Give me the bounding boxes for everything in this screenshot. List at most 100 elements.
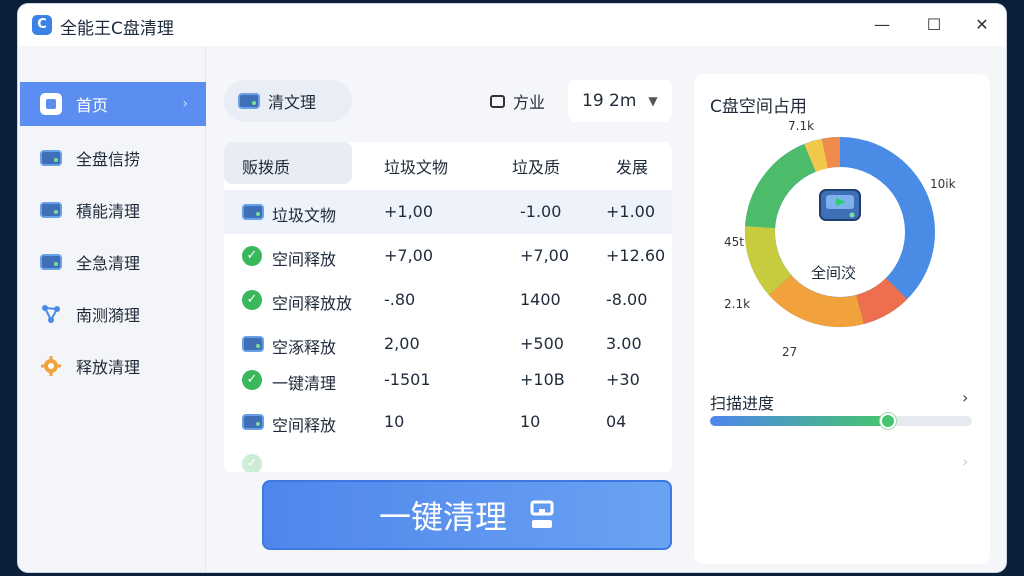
- home-icon: [40, 93, 62, 115]
- table-header: 贩拨质 垃圾文物 垃及质 发展: [224, 142, 672, 186]
- main-panel: 清文理 方业 19 2m ▼ 贩拨质 垃圾文物 垃及质 发展 垃圾文物 +1,0…: [218, 74, 678, 564]
- donut-segment-yellow: [804, 138, 829, 172]
- row-value: +7,00: [520, 246, 570, 265]
- drive-icon: [40, 199, 62, 221]
- row-value: 04: [606, 412, 627, 431]
- sidebar-item-quick-clean[interactable]: 全急清理: [20, 240, 206, 284]
- minimize-button[interactable]: —: [868, 12, 896, 38]
- sidebar-item-smart-clean[interactable]: 積能清理: [20, 188, 206, 232]
- row-value: 10: [384, 412, 405, 431]
- row-value: 10: [520, 412, 541, 431]
- table-row[interactable]: 空间释放 10 10 04: [224, 400, 672, 444]
- row-value: +500: [520, 334, 564, 353]
- filter-label: 方业: [513, 93, 546, 112]
- row-value: -1.00: [520, 202, 562, 221]
- chevron-down-icon: ▼: [648, 94, 658, 108]
- row-value: 1400: [520, 290, 561, 309]
- donut-segment-red: [855, 277, 908, 325]
- sidebar-item-release-clean[interactable]: 释放清理: [20, 344, 206, 388]
- row-value: +1.00: [606, 202, 656, 221]
- donut-label: 27: [782, 345, 797, 359]
- table-row[interactable]: 垃圾文物 +1,00 -1.00 +1.00: [224, 190, 672, 234]
- row-value: -.80: [384, 290, 416, 309]
- donut-center-label: 全间洨: [811, 264, 857, 282]
- scan-progress-bar: [710, 413, 972, 429]
- table-row[interactable]: ✓ 空间释放放 -.80 1400 -8.00: [224, 278, 672, 322]
- donut-segment-amber: [822, 136, 841, 169]
- clean-button-label: 一键清理: [378, 498, 507, 536]
- size-dropdown[interactable]: 19 2m ▼: [568, 80, 672, 122]
- sidebar-item-label: 全急清理: [76, 254, 141, 273]
- row-name: 空涿释放: [272, 338, 337, 357]
- donut-segment-lime: [744, 226, 792, 295]
- table-row[interactable]: ✓ 一键清理 -1501 +10B +30: [224, 358, 672, 402]
- drive-icon: [238, 93, 260, 109]
- one-click-clean-button[interactable]: 一键清理: [262, 480, 672, 550]
- clean-icon: [529, 500, 555, 530]
- clean-tab-pill[interactable]: 清文理: [224, 80, 352, 122]
- scan-progress-knob[interactable]: [880, 413, 897, 429]
- row-value: 2,00: [384, 334, 420, 353]
- column-header[interactable]: 垃及质: [512, 154, 560, 178]
- donut-label: 7.1k: [788, 119, 814, 133]
- sidebar-item-full-scan[interactable]: 全盘信捞: [20, 136, 206, 180]
- sidebar: 首页 › 全盘信捞 積能清理 全急清理 南测漪理 释放清理: [18, 46, 206, 572]
- disk-usage-panel: C盘空间占用 7.1k 10ik 45t 2.1k 27 全间洨 扫描进度 › …: [694, 74, 990, 564]
- row-value: +30: [606, 370, 640, 389]
- chevron-right-icon[interactable]: ›: [962, 452, 968, 471]
- column-header[interactable]: 发展: [616, 154, 648, 178]
- network-icon: [40, 303, 62, 325]
- row-name: 一键清理: [272, 374, 337, 393]
- title-bar: C 全能王C盘清理 — ☐ ✕: [18, 4, 1006, 46]
- row-value: +1,00: [384, 202, 434, 221]
- row-name: 空间释放放: [272, 294, 353, 313]
- donut-label: 2.1k: [724, 297, 750, 311]
- row-value: 3.00: [606, 334, 642, 353]
- row-name: 空间释放: [272, 250, 337, 269]
- filter-control[interactable]: 方业: [490, 84, 545, 118]
- drive-icon: [242, 336, 264, 352]
- drive-icon: [242, 414, 264, 430]
- scan-progress-fill: [710, 416, 889, 426]
- sidebar-item-home[interactable]: 首页 ›: [20, 82, 206, 126]
- row-value: -1501: [384, 370, 431, 389]
- column-header[interactable]: 垃圾文物: [384, 154, 448, 178]
- sidebar-item-label: 積能清理: [76, 202, 141, 221]
- sidebar-item-network-clean[interactable]: 南测漪理: [20, 292, 206, 336]
- drive-icon: [242, 204, 264, 220]
- sidebar-item-label: 释放清理: [76, 358, 141, 377]
- chevron-right-icon: ›: [182, 96, 188, 112]
- table-row-faded: ✓: [224, 442, 672, 472]
- donut-label: 45t: [724, 235, 744, 249]
- drive-icon: [40, 147, 62, 169]
- maximize-button[interactable]: ☐: [920, 12, 948, 38]
- row-value: +7,00: [384, 246, 434, 265]
- donut-segment-green: [745, 144, 817, 229]
- close-button[interactable]: ✕: [968, 12, 996, 38]
- app-logo-icon: C: [32, 15, 52, 35]
- row-name: 空间释放: [272, 416, 337, 435]
- check-icon: ✓: [242, 290, 262, 310]
- app-title: 全能王C盘清理: [60, 19, 174, 39]
- sidebar-item-label: 南测漪理: [76, 306, 141, 325]
- row-value: +12.60: [606, 246, 666, 265]
- row-value: +10B: [520, 370, 565, 389]
- disk-usage-donut: 7.1k 10ik 45t 2.1k 27: [724, 119, 956, 359]
- sidebar-item-label: 全盘信捞: [76, 150, 141, 169]
- drive-icon: [40, 251, 62, 273]
- drive-icon: [819, 189, 861, 221]
- row-value: -8.00: [606, 290, 648, 309]
- check-icon: ✓: [242, 454, 262, 472]
- donut-label: 10ik: [930, 177, 956, 191]
- donut-segment-orange: [768, 274, 864, 328]
- results-table: 贩拨质 垃圾文物 垃及质 发展 垃圾文物 +1,00 -1.00 +1.00 ✓…: [224, 142, 672, 472]
- table-row[interactable]: ✓ 空间释放 +7,00 +7,00 +12.60: [224, 234, 672, 278]
- check-icon: ✓: [242, 246, 262, 266]
- chevron-right-icon[interactable]: ›: [962, 388, 968, 407]
- gear-icon: [40, 355, 62, 377]
- scan-progress-title: 扫描进度: [710, 394, 775, 413]
- column-header[interactable]: 贩拨质: [242, 154, 290, 178]
- row-name: 垃圾文物: [272, 206, 337, 225]
- pill-label: 清文理: [268, 93, 317, 112]
- dropdown-value: 19 2m: [582, 91, 637, 111]
